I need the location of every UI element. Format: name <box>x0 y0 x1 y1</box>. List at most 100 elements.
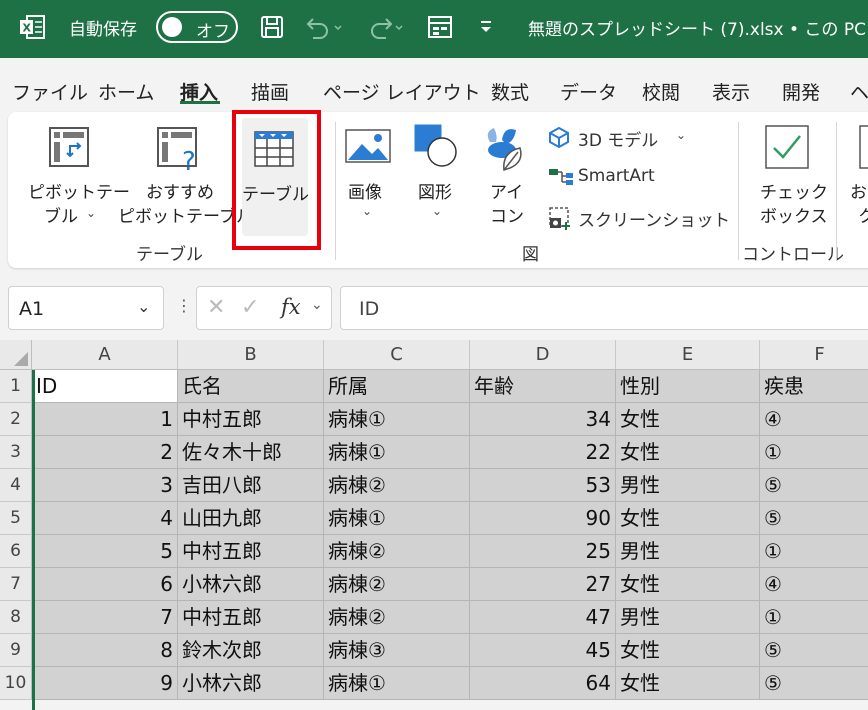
formula-input[interactable]: ID <box>340 286 868 330</box>
row-header[interactable]: 8 <box>0 601 32 634</box>
table-cell[interactable]: 女性 <box>616 568 760 601</box>
undo-icon[interactable] <box>303 14 343 40</box>
table-cell[interactable]: ① <box>760 436 868 469</box>
table-cell[interactable]: 27 <box>470 568 616 601</box>
row-header[interactable]: 9 <box>0 634 32 667</box>
select-all-button[interactable] <box>0 340 32 370</box>
column-header[interactable]: C <box>324 340 470 370</box>
table-cell[interactable]: 中村五郎 <box>178 601 324 634</box>
table-cell[interactable]: 7 <box>32 601 178 634</box>
form-icon[interactable] <box>426 14 454 40</box>
table-cell[interactable]: 64 <box>470 667 616 700</box>
table-cell[interactable]: 1 <box>32 403 178 436</box>
tab-home[interactable]: ホーム <box>98 78 154 105</box>
table-cell[interactable]: 90 <box>470 502 616 535</box>
table-cell[interactable]: 男性 <box>616 601 760 634</box>
table-cell[interactable]: ① <box>760 601 868 634</box>
table-cell[interactable]: 病棟② <box>324 469 470 502</box>
column-header[interactable]: F <box>760 340 868 370</box>
table-cell[interactable]: 佐々木十郎 <box>178 436 324 469</box>
header-cell[interactable]: 氏名 <box>178 370 324 403</box>
table-cell[interactable]: ⑤ <box>760 667 868 700</box>
table-cell[interactable]: ④ <box>760 568 868 601</box>
table-cell[interactable]: 47 <box>470 601 616 634</box>
row-header[interactable]: 1 <box>0 370 32 403</box>
table-cell[interactable]: 小林六郎 <box>178 667 324 700</box>
checkbox-button[interactable] <box>754 122 822 234</box>
table-cell[interactable]: 鈴木次郎 <box>178 634 324 667</box>
shapes-button[interactable] <box>408 122 466 234</box>
table-cell[interactable]: 女性 <box>616 634 760 667</box>
row-header[interactable]: 7 <box>0 568 32 601</box>
insert-function-icon[interactable]: fx <box>281 295 301 319</box>
autosave-toggle[interactable]: オフ <box>156 11 238 43</box>
table-cell[interactable]: 女性 <box>616 667 760 700</box>
customize-toolbar-icon[interactable] <box>476 16 496 38</box>
table-cell[interactable]: 女性 <box>616 502 760 535</box>
table-cell[interactable]: 女性 <box>616 403 760 436</box>
chevron-down-icon[interactable]: ⌄ <box>137 297 150 316</box>
image-button[interactable] <box>340 122 396 234</box>
table-cell[interactable]: 22 <box>470 436 616 469</box>
table-cell[interactable]: 6 <box>32 568 178 601</box>
redo-icon[interactable] <box>364 14 404 40</box>
table-cell[interactable]: ⑤ <box>760 634 868 667</box>
table-cell[interactable]: 45 <box>470 634 616 667</box>
tab-help[interactable]: ヘ <box>850 78 868 105</box>
tab-draw[interactable]: 描画 <box>251 78 289 105</box>
name-box[interactable]: A1 ⌄ <box>8 286 164 330</box>
header-cell[interactable]: 所属 <box>324 370 470 403</box>
table-cell[interactable]: 病棟③ <box>324 634 470 667</box>
tab-review[interactable]: 校閲 <box>642 78 680 105</box>
table-cell[interactable]: 5 <box>32 535 178 568</box>
table-cell[interactable]: 8 <box>32 634 178 667</box>
table-cell[interactable]: 病棟② <box>324 601 470 634</box>
table-cell[interactable]: 女性 <box>616 436 760 469</box>
table-cell[interactable]: 中村五郎 <box>178 403 324 436</box>
tab-developer[interactable]: 開発 <box>782 78 820 105</box>
tab-formulas[interactable]: 数式 <box>491 78 529 105</box>
table-cell[interactable]: 9 <box>32 667 178 700</box>
table-cell[interactable]: 男性 <box>616 535 760 568</box>
smartart-button[interactable] <box>544 162 684 192</box>
table-cell[interactable]: ⑤ <box>760 469 868 502</box>
table-cell[interactable]: 34 <box>470 403 616 436</box>
header-cell[interactable]: ID <box>32 370 178 403</box>
chevron-down-icon[interactable]: ⌄ <box>311 297 323 313</box>
column-header[interactable]: E <box>616 340 760 370</box>
row-header[interactable]: 10 <box>0 667 32 700</box>
icons-button[interactable] <box>476 122 534 234</box>
tab-file[interactable]: ファイル <box>12 78 88 105</box>
row-header[interactable]: 5 <box>0 502 32 535</box>
header-cell[interactable]: 疾患 <box>760 370 868 403</box>
save-icon[interactable] <box>259 14 285 40</box>
table-cell[interactable]: 4 <box>32 502 178 535</box>
recommended-pivot-button[interactable] <box>116 122 234 234</box>
table-cell[interactable]: 山田九郎 <box>178 502 324 535</box>
column-header[interactable]: D <box>470 340 616 370</box>
screenshot-button[interactable] <box>544 202 716 232</box>
table-cell[interactable]: ⑤ <box>760 502 868 535</box>
table-cell[interactable]: 病棟② <box>324 535 470 568</box>
table-cell[interactable]: 病棟② <box>324 568 470 601</box>
table-cell[interactable]: 3 <box>32 469 178 502</box>
table-cell[interactable]: 小林六郎 <box>178 568 324 601</box>
row-header[interactable]: 4 <box>0 469 32 502</box>
table-cell[interactable]: 男性 <box>616 469 760 502</box>
enter-icon[interactable]: ✓ <box>241 295 259 320</box>
tab-view[interactable]: 表示 <box>712 78 750 105</box>
table-cell[interactable]: 2 <box>32 436 178 469</box>
table-cell[interactable]: ① <box>760 535 868 568</box>
table-cell[interactable]: 中村五郎 <box>178 535 324 568</box>
row-header[interactable]: 6 <box>0 535 32 568</box>
column-header[interactable]: B <box>178 340 324 370</box>
tab-data[interactable]: データ <box>560 78 617 105</box>
3d-model-button[interactable] <box>544 122 692 152</box>
row-header[interactable]: 3 <box>0 436 32 469</box>
table-cell[interactable]: 53 <box>470 469 616 502</box>
table-cell[interactable]: 病棟① <box>324 667 470 700</box>
table-cell[interactable]: ④ <box>760 403 868 436</box>
table-cell[interactable]: 病棟① <box>324 403 470 436</box>
column-header[interactable]: A <box>32 340 178 370</box>
header-cell[interactable]: 性別 <box>616 370 760 403</box>
